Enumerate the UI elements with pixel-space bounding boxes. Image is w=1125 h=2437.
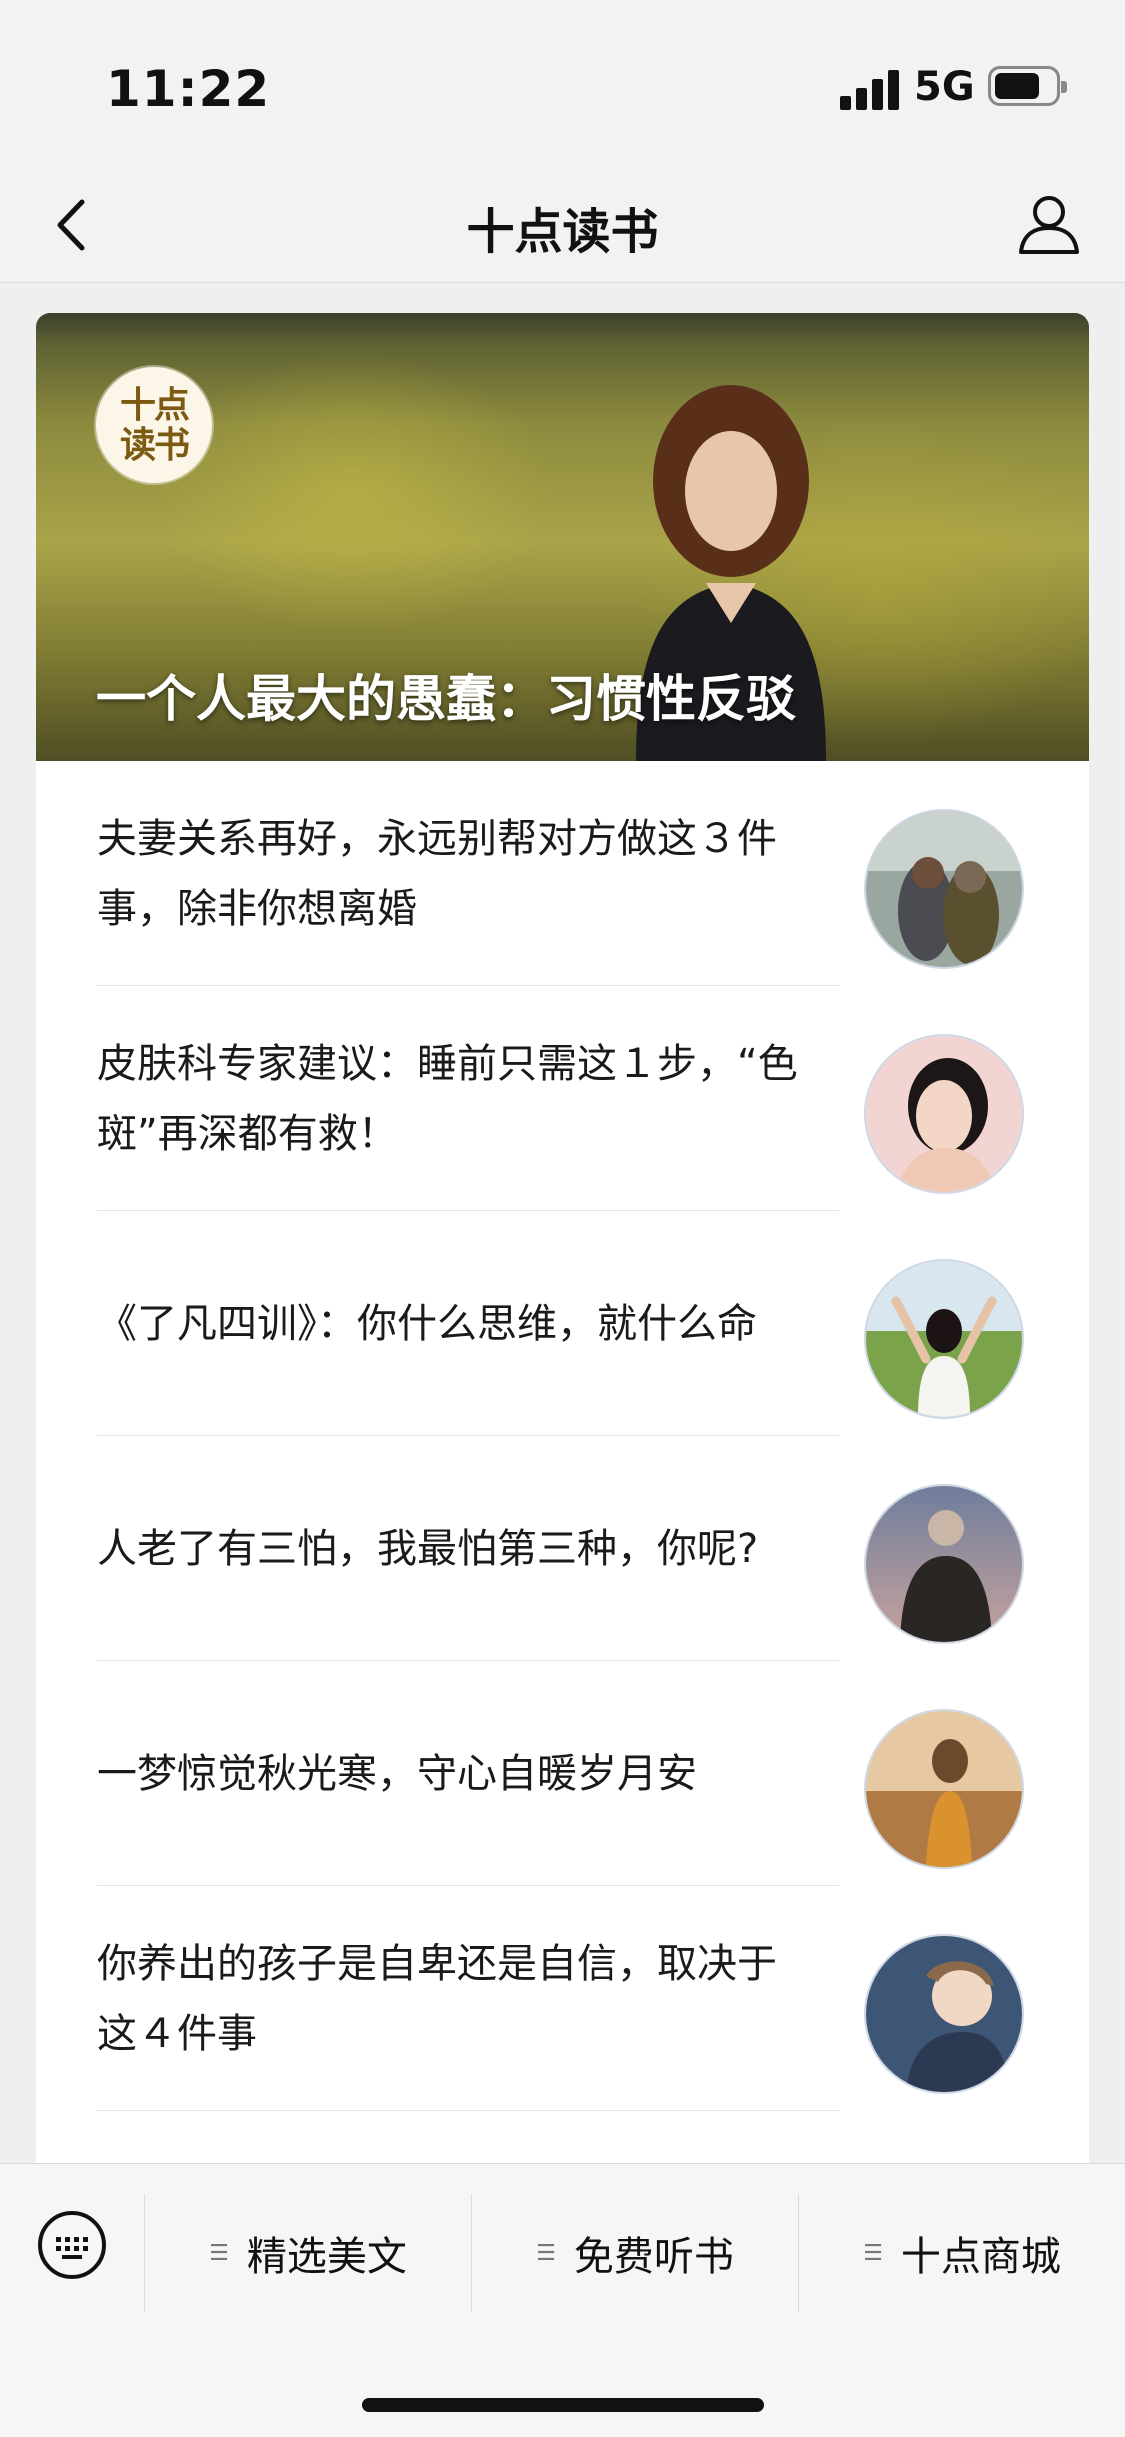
article-title: 夫妻关系再好，永远别帮对方做这３件事，除非你想离婚 [97, 815, 777, 932]
menu-item-label: 免费听书 [573, 2234, 734, 2280]
hero-title: 一个人最大的愚蠢：习惯性反驳 [96, 670, 796, 728]
menu-item-label: 精选美文 [246, 2234, 407, 2280]
article-title: 你养出的孩子是自卑还是自信，取决于这４件事 [97, 1940, 777, 2057]
article-item[interactable]: 你养出的孩子是自卑还是自信，取决于这４件事 [36, 1886, 1089, 2111]
article-item[interactable]: 一梦惊觉秋光寒，守心自暖岁月安 [36, 1661, 1089, 1886]
menu-list-icon: ☰ [863, 2240, 883, 2266]
article-item[interactable]: 夫妻关系再好，永远别帮对方做这３件事，除非你想离婚 [36, 761, 1089, 986]
menu-item-selected-articles[interactable]: ☰ 精选美文 [145, 2194, 471, 2312]
article-item[interactable]: 皮肤科专家建议：睡前只需这１步，“色斑”再深都有救！ [36, 986, 1089, 1211]
article-thumbnail [864, 1709, 1024, 1869]
bottom-menu: ☰ 精选美文 ☰ 免费听书 ☰ 十点商城 [0, 2163, 1125, 2437]
keyboard-icon[interactable] [36, 2209, 108, 2281]
battery-icon [988, 66, 1067, 106]
menu-item-label: 十点商城 [900, 2234, 1061, 2280]
article-thumbnail [864, 1934, 1024, 2094]
status-time: 11:22 [106, 60, 271, 118]
article-title: 一梦惊觉秋光寒，守心自暖岁月安 [97, 1750, 697, 1797]
article-item[interactable]: 《了凡四训》：你什么思维，就什么命 [36, 1211, 1089, 1436]
page-title: 十点读书 [466, 204, 659, 260]
menu-item-store[interactable]: ☰ 十点商城 [799, 2194, 1125, 2312]
article-title: 《了凡四训》：你什么思维，就什么命 [97, 1300, 757, 1347]
article-title: 皮肤科专家建议：睡前只需这１步，“色斑”再深都有救！ [97, 1040, 798, 1157]
article-title: 人老了有三怕，我最怕第三种，你呢? [97, 1525, 759, 1572]
menu-list-icon: ☰ [536, 2240, 556, 2266]
signal-icon [840, 68, 900, 110]
nav-bar: 十点读书 [0, 170, 1125, 283]
article-thumbnail [864, 1034, 1024, 1194]
article-item[interactable]: 人老了有三怕，我最怕第三种，你呢? [36, 1436, 1089, 1661]
status-bar: 11:22 5G [0, 0, 1125, 170]
article-thumbnail [864, 1259, 1024, 1419]
article-card: 十点读书 一个人最大的愚蠢：习惯性反驳 夫妻关系再好，永远别帮对方做这３件事，除… [36, 313, 1089, 2163]
article-thumbnail [864, 1484, 1024, 1644]
menu-item-free-audiobooks[interactable]: ☰ 免费听书 [472, 2194, 798, 2312]
home-indicator[interactable] [362, 2398, 764, 2412]
profile-icon[interactable] [1013, 188, 1085, 260]
divider [97, 2110, 839, 2111]
article-thumbnail [864, 809, 1024, 969]
hero-banner[interactable]: 十点读书 一个人最大的愚蠢：习惯性反驳 [36, 313, 1089, 761]
network-label: 5G [914, 64, 975, 110]
brand-logo: 十点读书 [96, 367, 212, 483]
menu-list-icon: ☰ [209, 2240, 229, 2266]
article-list: 夫妻关系再好，永远别帮对方做这３件事，除非你想离婚 皮肤科专家建议：睡前只需这１… [36, 761, 1089, 2111]
